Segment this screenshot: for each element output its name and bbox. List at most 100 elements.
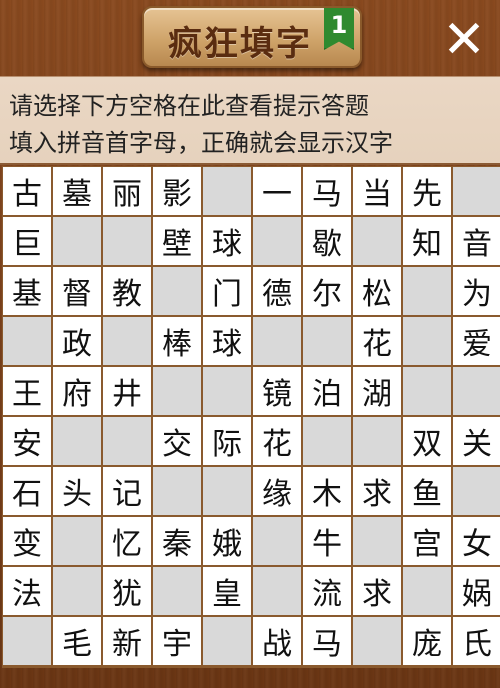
letter-cell[interactable]: 关 <box>453 417 500 465</box>
letter-cell[interactable]: 流 <box>303 567 351 615</box>
letter-cell[interactable]: 墓 <box>53 167 101 215</box>
letter-cell[interactable]: 先 <box>403 167 451 215</box>
letter-cell[interactable]: 尔 <box>303 267 351 315</box>
blank-cell[interactable] <box>353 417 401 465</box>
letter-cell[interactable]: 马 <box>303 617 351 665</box>
letter-cell[interactable]: 棒 <box>153 317 201 365</box>
letter-cell[interactable]: 壁 <box>153 217 201 265</box>
letter-cell[interactable]: 门 <box>203 267 251 315</box>
letter-cell[interactable]: 府 <box>53 367 101 415</box>
letter-cell[interactable]: 石 <box>3 467 51 515</box>
blank-cell[interactable] <box>353 217 401 265</box>
close-button[interactable]: ✕ <box>438 14 490 66</box>
letter-cell[interactable]: 犹 <box>103 567 151 615</box>
blank-cell[interactable] <box>353 617 401 665</box>
letter-cell[interactable]: 战 <box>253 617 301 665</box>
blank-cell[interactable] <box>203 617 251 665</box>
blank-cell[interactable] <box>53 417 101 465</box>
letter-cell[interactable]: 教 <box>103 267 151 315</box>
blank-cell[interactable] <box>453 367 500 415</box>
blank-cell[interactable] <box>253 317 301 365</box>
blank-cell[interactable] <box>203 467 251 515</box>
letter-cell[interactable]: 皇 <box>203 567 251 615</box>
blank-cell[interactable] <box>203 367 251 415</box>
letter-cell[interactable]: 歇 <box>303 217 351 265</box>
blank-cell[interactable] <box>403 267 451 315</box>
letter-cell[interactable]: 氏 <box>453 617 500 665</box>
letter-cell[interactable]: 求 <box>353 567 401 615</box>
letter-cell[interactable]: 泊 <box>303 367 351 415</box>
letter-cell[interactable]: 井 <box>103 367 151 415</box>
blank-cell[interactable] <box>53 517 101 565</box>
blank-cell[interactable] <box>203 167 251 215</box>
letter-cell[interactable]: 王 <box>3 367 51 415</box>
letter-cell[interactable]: 为 <box>453 267 500 315</box>
letter-cell[interactable]: 牛 <box>303 517 351 565</box>
letter-cell[interactable]: 丽 <box>103 167 151 215</box>
blank-cell[interactable] <box>153 267 201 315</box>
letter-cell[interactable]: 马 <box>303 167 351 215</box>
letter-cell[interactable]: 镜 <box>253 367 301 415</box>
letter-cell[interactable]: 求 <box>353 467 401 515</box>
blank-cell[interactable] <box>103 417 151 465</box>
letter-cell[interactable]: 球 <box>203 317 251 365</box>
letter-cell[interactable]: 交 <box>153 417 201 465</box>
letter-cell[interactable]: 娥 <box>203 517 251 565</box>
blank-cell[interactable] <box>103 317 151 365</box>
letter-cell[interactable]: 音 <box>453 217 500 265</box>
blank-cell[interactable] <box>453 467 500 515</box>
letter-cell[interactable]: 督 <box>53 267 101 315</box>
blank-cell[interactable] <box>353 517 401 565</box>
letter-cell[interactable]: 头 <box>53 467 101 515</box>
letter-cell[interactable]: 庞 <box>403 617 451 665</box>
letter-cell[interactable]: 基 <box>3 267 51 315</box>
letter-cell[interactable]: 鱼 <box>403 467 451 515</box>
blank-cell[interactable] <box>253 517 301 565</box>
letter-cell[interactable]: 变 <box>3 517 51 565</box>
blank-cell[interactable] <box>453 167 500 215</box>
blank-cell[interactable] <box>153 567 201 615</box>
letter-cell[interactable]: 松 <box>353 267 401 315</box>
letter-cell[interactable]: 宇 <box>153 617 201 665</box>
letter-cell[interactable]: 木 <box>303 467 351 515</box>
letter-cell[interactable]: 双 <box>403 417 451 465</box>
letter-cell[interactable]: 德 <box>253 267 301 315</box>
letter-cell[interactable]: 缘 <box>253 467 301 515</box>
letter-cell[interactable]: 政 <box>53 317 101 365</box>
blank-cell[interactable] <box>53 567 101 615</box>
letter-cell[interactable]: 球 <box>203 217 251 265</box>
blank-cell[interactable] <box>403 367 451 415</box>
letter-cell[interactable]: 湖 <box>353 367 401 415</box>
blank-cell[interactable] <box>53 217 101 265</box>
letter-cell[interactable]: 安 <box>3 417 51 465</box>
letter-cell[interactable]: 知 <box>403 217 451 265</box>
letter-cell[interactable]: 爱 <box>453 317 500 365</box>
letter-cell[interactable]: 新 <box>103 617 151 665</box>
letter-cell[interactable]: 际 <box>203 417 251 465</box>
letter-cell[interactable]: 记 <box>103 467 151 515</box>
blank-cell[interactable] <box>153 367 201 415</box>
blank-cell[interactable] <box>303 317 351 365</box>
letter-cell[interactable]: 女 <box>453 517 500 565</box>
letter-cell[interactable]: 古 <box>3 167 51 215</box>
blank-cell[interactable] <box>403 567 451 615</box>
letter-cell[interactable]: 巨 <box>3 217 51 265</box>
blank-cell[interactable] <box>153 467 201 515</box>
blank-cell[interactable] <box>303 417 351 465</box>
blank-cell[interactable] <box>3 617 51 665</box>
letter-cell[interactable]: 娲 <box>453 567 500 615</box>
letter-cell[interactable]: 影 <box>153 167 201 215</box>
letter-cell[interactable]: 法 <box>3 567 51 615</box>
letter-cell[interactable]: 毛 <box>53 617 101 665</box>
blank-cell[interactable] <box>253 217 301 265</box>
letter-cell[interactable]: 秦 <box>153 517 201 565</box>
letter-cell[interactable]: 宫 <box>403 517 451 565</box>
blank-cell[interactable] <box>3 317 51 365</box>
blank-cell[interactable] <box>103 217 151 265</box>
blank-cell[interactable] <box>253 567 301 615</box>
blank-cell[interactable] <box>403 317 451 365</box>
letter-cell[interactable]: 当 <box>353 167 401 215</box>
letter-cell[interactable]: 一 <box>253 167 301 215</box>
letter-cell[interactable]: 忆 <box>103 517 151 565</box>
letter-cell[interactable]: 花 <box>253 417 301 465</box>
